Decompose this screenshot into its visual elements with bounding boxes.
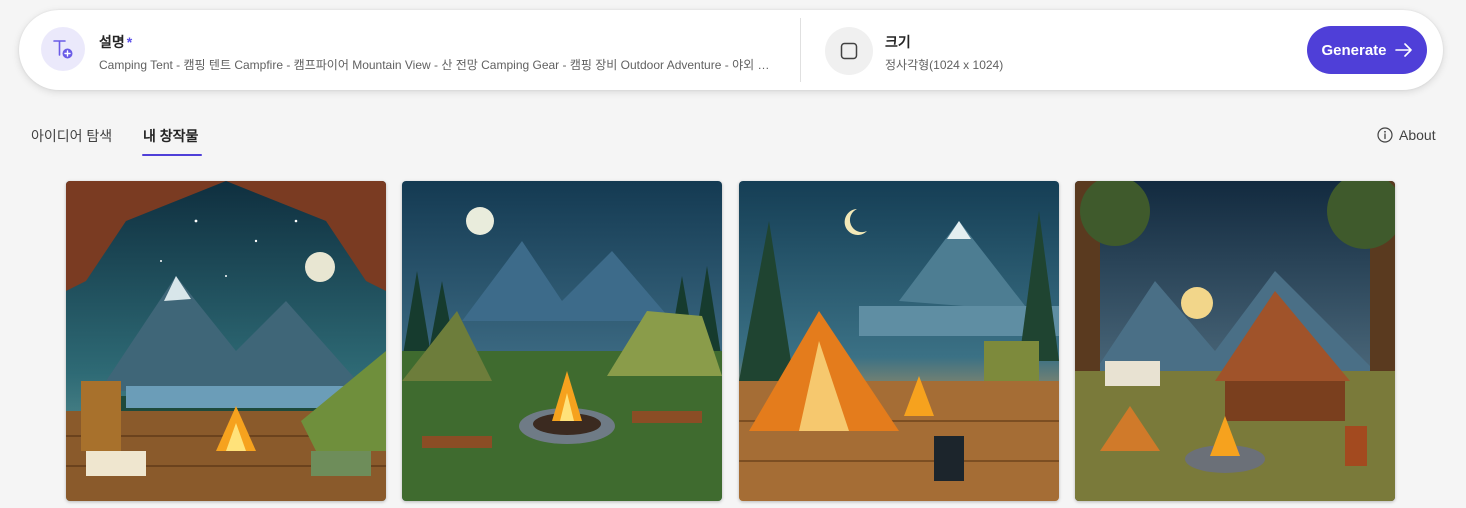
generate-button-label: Generate [1321, 41, 1387, 59]
about-label: About [1399, 127, 1436, 143]
tab-my-creations[interactable]: 내 창작물 [143, 126, 198, 146]
gallery-image-card[interactable] [739, 181, 1059, 501]
tab-explore-ideas[interactable]: 아이디어 탐색 [31, 126, 112, 146]
description-label: 설명 * [99, 32, 132, 52]
required-mark: * [126, 34, 133, 50]
generate-button[interactable]: Generate [1307, 26, 1427, 74]
divider [800, 18, 801, 82]
info-icon [1377, 127, 1393, 143]
text-add-icon [41, 27, 85, 71]
square-icon[interactable] [825, 27, 873, 75]
description-label-text: 설명 [99, 34, 125, 50]
arrow-right-icon [1394, 43, 1412, 57]
description-input[interactable]: Camping Tent - 캠핑 텐트 Campfire - 캠프파이어 Mo… [99, 56, 775, 73]
active-tab-indicator [142, 154, 202, 156]
size-selector[interactable]: 정사각형(1024 x 1024) [885, 56, 1003, 73]
gallery-image-card[interactable] [402, 181, 722, 501]
gallery-image-card[interactable] [1075, 181, 1395, 501]
prompt-bar: 설명 * Camping Tent - 캠핑 텐트 Campfire - 캠프파이… [19, 10, 1443, 90]
size-label: 크기 [885, 34, 911, 50]
gallery-image-card[interactable] [66, 181, 386, 501]
about-link[interactable]: About [1377, 127, 1436, 143]
